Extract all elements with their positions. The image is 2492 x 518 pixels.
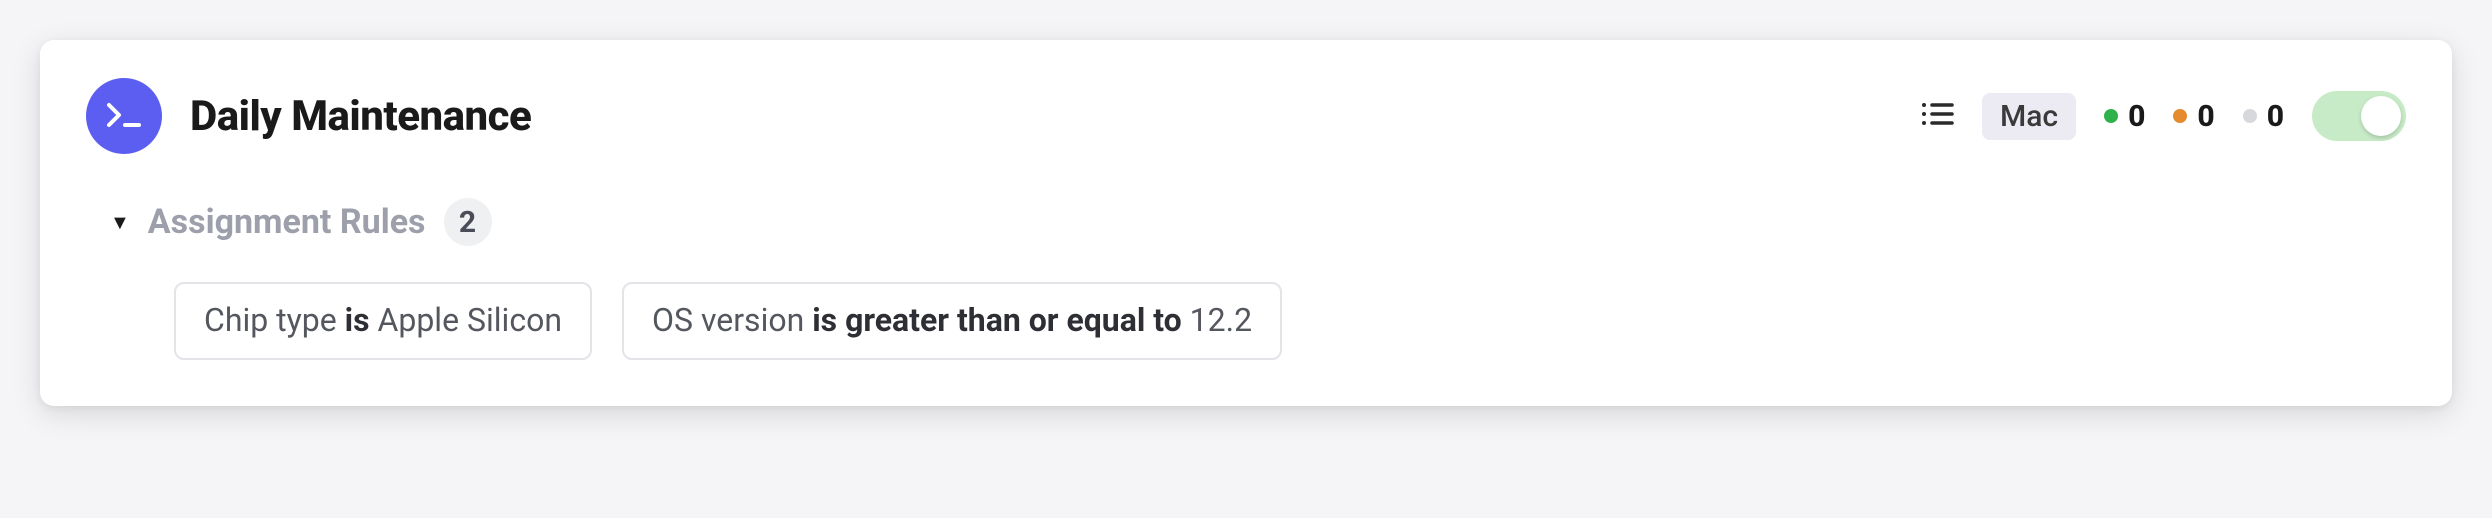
status-orange: 0: [2173, 99, 2214, 134]
script-card: Daily Maintenance Mac 0 0: [40, 40, 2452, 406]
chevron-down-icon: ▼: [110, 210, 130, 235]
rule-field: OS version: [652, 301, 804, 339]
status-green: 0: [2104, 99, 2145, 134]
rule-value: Apple Silicon: [377, 301, 562, 339]
card-header: Daily Maintenance Mac 0 0: [86, 78, 2406, 154]
card-title: Daily Maintenance: [190, 92, 531, 141]
rule-value: 12.2: [1190, 301, 1252, 339]
list-icon[interactable]: [1920, 100, 1954, 132]
enable-toggle[interactable]: [2312, 91, 2406, 141]
terminal-icon: [86, 78, 162, 154]
status-count-green: 0: [2128, 99, 2145, 134]
status-dot-green: [2104, 109, 2118, 123]
rule-chip[interactable]: Chip type is Apple Silicon: [174, 282, 592, 360]
status-dot-gray: [2243, 109, 2257, 123]
toggle-knob: [2361, 96, 2401, 136]
rule-chip[interactable]: OS version is greater than or equal to 1…: [622, 282, 1282, 360]
status-dot-orange: [2173, 109, 2187, 123]
section-title: Assignment Rules: [148, 202, 426, 242]
status-count-orange: 0: [2197, 99, 2214, 134]
title-group: Daily Maintenance: [86, 78, 531, 154]
rule-operator: is: [345, 301, 370, 339]
rule-count-badge: 2: [444, 198, 492, 246]
status-count-gray: 0: [2267, 99, 2284, 134]
rule-operator: is greater than or equal to: [812, 301, 1182, 339]
rules-row: Chip type is Apple Silicon OS version is…: [174, 282, 2406, 360]
platform-chip[interactable]: Mac: [1982, 93, 2076, 140]
assignment-rules-header[interactable]: ▼ Assignment Rules 2: [110, 198, 2406, 246]
rule-field: Chip type: [204, 301, 337, 339]
meta-group: Mac 0 0 0: [1920, 91, 2406, 141]
status-gray: 0: [2243, 99, 2284, 134]
